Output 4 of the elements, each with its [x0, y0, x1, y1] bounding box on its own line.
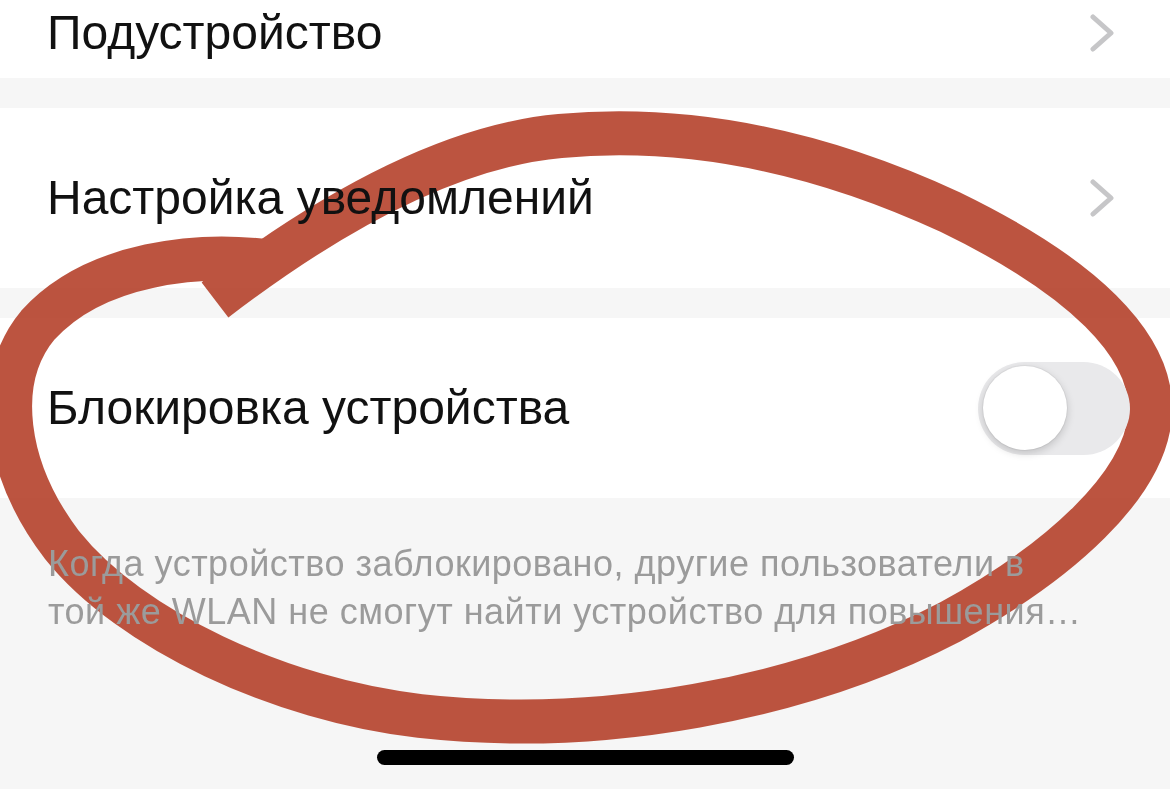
setting-label: Блокировка устройства — [47, 380, 570, 437]
chevron-right-icon — [1089, 179, 1115, 217]
chevron-right-icon — [1089, 14, 1115, 52]
setting-label: Подустройство — [47, 5, 383, 61]
